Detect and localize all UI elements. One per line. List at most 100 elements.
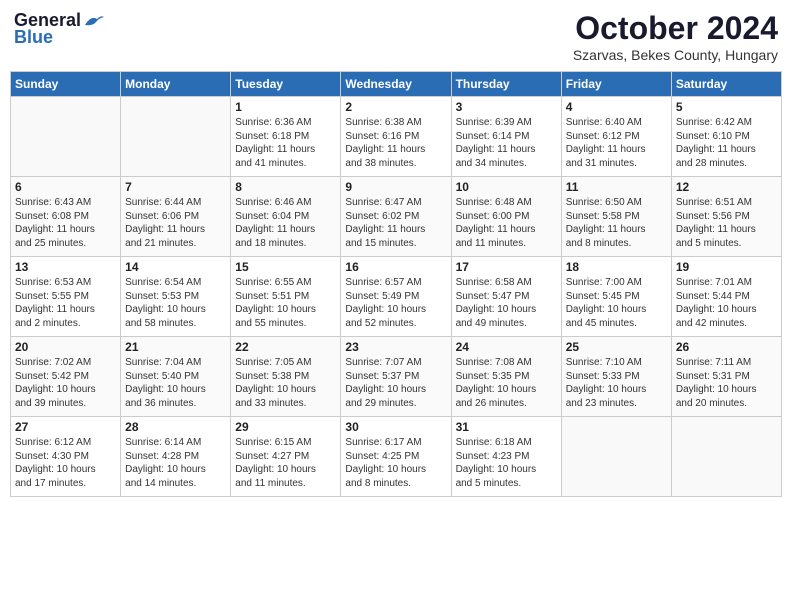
calendar-week-5: 27 Sunrise: 6:12 AM Sunset: 4:30 PM Dayli… [11, 417, 782, 497]
day-details: Sunrise: 6:39 AM Sunset: 6:14 PM Dayligh… [456, 116, 557, 170]
day-details: Sunrise: 6:54 AM Sunset: 5:53 PM Dayligh… [125, 276, 226, 330]
day-details: Sunrise: 6:18 AM Sunset: 4:23 PM Dayligh… [456, 436, 557, 490]
day-number: 31 [456, 420, 557, 434]
day-number: 23 [345, 340, 446, 354]
calendar-cell: 2Sunrise: 6:38 AM Sunset: 6:16 PM Daylig… [341, 97, 451, 177]
day-details: Sunrise: 6:50 AM Sunset: 5:58 PM Dayligh… [566, 196, 667, 250]
calendar-cell: 27 Sunrise: 6:12 AM Sunset: 4:30 PM Dayli… [11, 417, 121, 497]
col-header-thursday: Thursday [451, 72, 561, 97]
page-header: General Blue October 2024 Szarvas, Bekes… [10, 10, 782, 63]
day-number: 9 [345, 180, 446, 194]
calendar-cell: 22 Sunrise: 7:05 AM Sunset: 5:38 PM Dayli… [231, 337, 341, 417]
calendar-cell: 13Sunrise: 6:53 AM Sunset: 5:55 PM Dayli… [11, 257, 121, 337]
day-details: Sunrise: 6:15 AM Sunset: 4:27 PM Dayligh… [235, 436, 336, 490]
day-details: Sunrise: 6:58 AM Sunset: 5:47 PM Dayligh… [456, 276, 557, 330]
calendar-cell: 25 Sunrise: 7:10 AM Sunset: 5:33 PM Dayli… [561, 337, 671, 417]
calendar-cell: 17 Sunrise: 6:58 AM Sunset: 5:47 PM Dayli… [451, 257, 561, 337]
day-details: Sunrise: 6:53 AM Sunset: 5:55 PM Dayligh… [15, 276, 116, 330]
day-number: 17 [456, 260, 557, 274]
calendar-cell: 9 Sunrise: 6:47 AM Sunset: 6:02 PM Daylig… [341, 177, 451, 257]
calendar-cell: 4 Sunrise: 6:40 AM Sunset: 6:12 PM Daylig… [561, 97, 671, 177]
day-details: Sunrise: 6:40 AM Sunset: 6:12 PM Dayligh… [566, 116, 667, 170]
day-number: 15 [235, 260, 336, 274]
col-header-saturday: Saturday [671, 72, 781, 97]
calendar-cell: 1Sunrise: 6:36 AM Sunset: 6:18 PM Daylig… [231, 97, 341, 177]
title-block: October 2024 Szarvas, Bekes County, Hung… [573, 10, 778, 63]
day-number: 8 [235, 180, 336, 194]
calendar-cell: 28Sunrise: 6:14 AM Sunset: 4:28 PM Dayli… [121, 417, 231, 497]
day-details: Sunrise: 6:46 AM Sunset: 6:04 PM Dayligh… [235, 196, 336, 250]
day-details: Sunrise: 6:42 AM Sunset: 6:10 PM Dayligh… [676, 116, 777, 170]
day-number: 24 [456, 340, 557, 354]
logo-bird-icon [83, 13, 105, 29]
day-details: Sunrise: 7:00 AM Sunset: 5:45 PM Dayligh… [566, 276, 667, 330]
day-details: Sunrise: 6:57 AM Sunset: 5:49 PM Dayligh… [345, 276, 446, 330]
calendar-table: SundayMondayTuesdayWednesdayThursdayFrid… [10, 71, 782, 497]
calendar-cell [671, 417, 781, 497]
day-number: 20 [15, 340, 116, 354]
day-number: 29 [235, 420, 336, 434]
day-number: 3 [456, 100, 557, 114]
day-number: 21 [125, 340, 226, 354]
day-number: 18 [566, 260, 667, 274]
day-number: 5 [676, 100, 777, 114]
col-header-monday: Monday [121, 72, 231, 97]
day-number: 25 [566, 340, 667, 354]
calendar-cell: 31 Sunrise: 6:18 AM Sunset: 4:23 PM Dayli… [451, 417, 561, 497]
calendar-cell: 16 Sunrise: 6:57 AM Sunset: 5:49 PM Dayli… [341, 257, 451, 337]
day-number: 16 [345, 260, 446, 274]
calendar-cell: 26 Sunrise: 7:11 AM Sunset: 5:31 PM Dayli… [671, 337, 781, 417]
day-details: Sunrise: 6:51 AM Sunset: 5:56 PM Dayligh… [676, 196, 777, 250]
day-details: Sunrise: 7:05 AM Sunset: 5:38 PM Dayligh… [235, 356, 336, 410]
day-details: Sunrise: 7:02 AM Sunset: 5:42 PM Dayligh… [15, 356, 116, 410]
calendar-cell: 6Sunrise: 6:43 AM Sunset: 6:08 PM Daylig… [11, 177, 121, 257]
logo: General Blue [14, 10, 105, 48]
day-number: 10 [456, 180, 557, 194]
location-title: Szarvas, Bekes County, Hungary [573, 47, 778, 63]
month-title: October 2024 [573, 10, 778, 47]
day-number: 22 [235, 340, 336, 354]
calendar-cell: 29 Sunrise: 6:15 AM Sunset: 4:27 PM Dayli… [231, 417, 341, 497]
day-details: Sunrise: 6:12 AM Sunset: 4:30 PM Dayligh… [15, 436, 116, 490]
calendar-cell: 8 Sunrise: 6:46 AM Sunset: 6:04 PM Daylig… [231, 177, 341, 257]
day-details: Sunrise: 6:44 AM Sunset: 6:06 PM Dayligh… [125, 196, 226, 250]
day-number: 27 [15, 420, 116, 434]
calendar-week-4: 20 Sunrise: 7:02 AM Sunset: 5:42 PM Dayli… [11, 337, 782, 417]
calendar-cell [11, 97, 121, 177]
col-header-tuesday: Tuesday [231, 72, 341, 97]
day-details: Sunrise: 6:47 AM Sunset: 6:02 PM Dayligh… [345, 196, 446, 250]
calendar-cell: 15 Sunrise: 6:55 AM Sunset: 5:51 PM Dayli… [231, 257, 341, 337]
day-number: 2 [345, 100, 446, 114]
day-details: Sunrise: 7:01 AM Sunset: 5:44 PM Dayligh… [676, 276, 777, 330]
calendar-cell: 21 Sunrise: 7:04 AM Sunset: 5:40 PM Dayli… [121, 337, 231, 417]
day-details: Sunrise: 6:14 AM Sunset: 4:28 PM Dayligh… [125, 436, 226, 490]
day-details: Sunrise: 7:10 AM Sunset: 5:33 PM Dayligh… [566, 356, 667, 410]
calendar-week-2: 6Sunrise: 6:43 AM Sunset: 6:08 PM Daylig… [11, 177, 782, 257]
calendar-cell: 10 Sunrise: 6:48 AM Sunset: 6:00 PM Dayli… [451, 177, 561, 257]
day-details: Sunrise: 6:48 AM Sunset: 6:00 PM Dayligh… [456, 196, 557, 250]
day-number: 26 [676, 340, 777, 354]
day-details: Sunrise: 6:36 AM Sunset: 6:18 PM Dayligh… [235, 116, 336, 170]
calendar-cell: 11Sunrise: 6:50 AM Sunset: 5:58 PM Dayli… [561, 177, 671, 257]
calendar-cell: 23 Sunrise: 7:07 AM Sunset: 5:37 PM Dayli… [341, 337, 451, 417]
calendar-week-1: 1Sunrise: 6:36 AM Sunset: 6:18 PM Daylig… [11, 97, 782, 177]
calendar-cell [561, 417, 671, 497]
calendar-cell: 7 Sunrise: 6:44 AM Sunset: 6:06 PM Daylig… [121, 177, 231, 257]
day-details: Sunrise: 7:07 AM Sunset: 5:37 PM Dayligh… [345, 356, 446, 410]
day-number: 6 [15, 180, 116, 194]
day-number: 7 [125, 180, 226, 194]
day-number: 4 [566, 100, 667, 114]
day-details: Sunrise: 7:04 AM Sunset: 5:40 PM Dayligh… [125, 356, 226, 410]
calendar-cell: 5 Sunrise: 6:42 AM Sunset: 6:10 PM Daylig… [671, 97, 781, 177]
day-details: Sunrise: 6:17 AM Sunset: 4:25 PM Dayligh… [345, 436, 446, 490]
calendar-cell: 18 Sunrise: 7:00 AM Sunset: 5:45 PM Dayli… [561, 257, 671, 337]
day-details: Sunrise: 7:11 AM Sunset: 5:31 PM Dayligh… [676, 356, 777, 410]
calendar-cell: 3 Sunrise: 6:39 AM Sunset: 6:14 PM Daylig… [451, 97, 561, 177]
day-number: 12 [676, 180, 777, 194]
calendar-week-3: 13Sunrise: 6:53 AM Sunset: 5:55 PM Dayli… [11, 257, 782, 337]
calendar-cell: 30Sunrise: 6:17 AM Sunset: 4:25 PM Dayli… [341, 417, 451, 497]
day-details: Sunrise: 6:55 AM Sunset: 5:51 PM Dayligh… [235, 276, 336, 330]
calendar-cell: 24Sunrise: 7:08 AM Sunset: 5:35 PM Dayli… [451, 337, 561, 417]
calendar-cell: 14Sunrise: 6:54 AM Sunset: 5:53 PM Dayli… [121, 257, 231, 337]
calendar-cell: 19Sunrise: 7:01 AM Sunset: 5:44 PM Dayli… [671, 257, 781, 337]
